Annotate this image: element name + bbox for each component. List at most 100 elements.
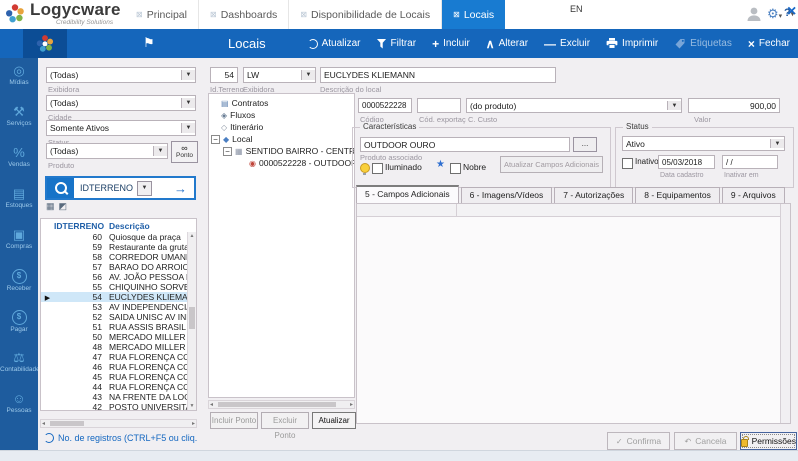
scroll-left-icon[interactable]: ◂ (42, 420, 45, 427)
scroll-right-icon[interactable]: ▸ (192, 420, 195, 427)
iluminado-checkbox[interactable] (372, 163, 383, 174)
collapse-icon[interactable]: − (211, 135, 220, 144)
detail-tab[interactable]: 6 - Imagens/Vídeos (461, 187, 553, 203)
dropdown-arrow-icon[interactable]: ▼ (770, 139, 784, 148)
table-row[interactable]: ▶ 56 AV. JOÃO PESSOA EM (41, 272, 188, 282)
app-icon-tile[interactable] (23, 29, 67, 58)
search-field-selector[interactable]: IDTERRENO (80, 183, 133, 193)
table-row[interactable]: ▶ 58 CORREDOR UMANN (41, 252, 188, 262)
sidebar-item-receber[interactable]: $Receber (0, 263, 38, 304)
collapse-icon[interactable]: − (223, 147, 232, 156)
refresh-button[interactable]: Atualizar (308, 38, 361, 49)
records-horizontal-scrollbar[interactable]: ◂ ▸ (40, 419, 197, 428)
search-box[interactable]: IDTERRENO ▼ → (45, 176, 196, 200)
column-header-idterreno[interactable]: IDTERRENO (54, 221, 102, 231)
tab-window-icon[interactable]: ⊠ (300, 10, 307, 19)
delete-button[interactable]: —Excluir (544, 38, 590, 49)
codigo-field[interactable]: 0000522228 (358, 98, 412, 113)
tree-node-contratos[interactable]: ▤Contratos (209, 97, 354, 109)
scroll-right-icon[interactable]: ▸ (350, 401, 353, 408)
scroll-down-icon[interactable]: ▼ (188, 403, 196, 409)
table-row[interactable]: ▶ 57 BARAO DO ARROIO GR (41, 262, 188, 272)
grid-options-icons[interactable]: ▦◩ (46, 201, 71, 212)
status-filter-select[interactable]: Somente Ativos▼ (46, 120, 196, 136)
table-row[interactable]: ▶ 51 RUA ASSIS BRASIL ESC (41, 322, 188, 332)
table-row[interactable]: ▶ 47 RUA FLORENÇA COM A (41, 352, 188, 362)
scroll-up-icon[interactable]: ▲ (188, 233, 196, 239)
table-row[interactable]: ▶ 46 RUA FLORENÇA COM A (41, 362, 188, 372)
browse-button[interactable]: ... (573, 137, 597, 152)
grid-header-cell[interactable] (357, 204, 457, 217)
sidebar-item-midias[interactable]: ◎Mídias (0, 58, 38, 99)
table-row[interactable]: ▶ 45 RUA FLORENÇA COM A (41, 372, 188, 382)
status-select[interactable]: Ativo▼ (622, 136, 785, 151)
main-tab[interactable]: ⊠ Dashboards (199, 0, 289, 29)
add-button[interactable]: +Incluir (432, 38, 470, 49)
permissoes-button[interactable]: Permissões (740, 432, 797, 450)
user-avatar-icon[interactable] (745, 5, 763, 23)
scrollbar-thumb[interactable] (189, 307, 195, 329)
main-tab[interactable]: ⊠ Locais (442, 0, 505, 29)
sidebar-item-contabilidade[interactable]: ⚖Contabilidade (0, 345, 38, 386)
produto-associado-field[interactable]: OUTDOOR OURO (360, 137, 570, 152)
dropdown-arrow-icon[interactable]: ▼ (153, 146, 167, 156)
detail-tab[interactable]: 8 - Equipamentos (635, 187, 720, 203)
settings-gear-icon[interactable]: ⚙▾ (767, 6, 782, 22)
id-terreno-field[interactable]: 54 (210, 67, 238, 83)
columns-icon[interactable]: ▦ (46, 201, 59, 211)
scroll-left-icon[interactable]: ◂ (210, 401, 213, 408)
language-indicator[interactable]: EN (570, 4, 583, 14)
table-row[interactable]: ▶ 52 SAIDA UNISC AV INDE (41, 312, 188, 322)
table-row[interactable]: ▶ 50 MERCADO MILLER INDI (41, 332, 188, 342)
dropdown-arrow-icon[interactable]: ▼ (181, 123, 195, 133)
filter-button[interactable]: Filtrar (377, 38, 417, 49)
table-row[interactable]: ▶ 60 Quiosque da praça (41, 232, 188, 242)
table-row[interactable]: ▶ 48 MERCADO MILLER INDI (41, 342, 188, 352)
search-go-arrow-icon[interactable]: → (174, 181, 187, 196)
search-field-dropdown[interactable]: ▼ (137, 181, 152, 196)
tree-node-sentido[interactable]: −▦SENTIDO BAIRRO - CENTRO (209, 145, 354, 157)
sidebar-item-compras[interactable]: ▣Compras (0, 222, 38, 263)
column-header-descricao[interactable]: Descrição (102, 221, 196, 231)
sidebar-item-pagar[interactable]: $Pagar (0, 304, 38, 345)
ponto-button[interactable]: ∞Ponto (171, 141, 198, 163)
scrollbar-thumb[interactable] (50, 421, 84, 426)
tab-window-icon[interactable]: ⊠ (136, 10, 143, 19)
exibidora-select[interactable]: (Todas)▼ (46, 67, 196, 83)
table-row[interactable]: ▶ 59 Restaurante da gruta (41, 242, 188, 252)
sidebar-item-vendas[interactable]: %Vendas (0, 140, 38, 181)
main-tab[interactable]: ⊠ Principal (125, 0, 199, 29)
sidebar-item-pessoas[interactable]: ☺Pessoas (0, 386, 38, 427)
tree-node-fluxos[interactable]: ◈Fluxos (209, 109, 354, 121)
produto-select[interactable]: (Todas)▼ (46, 143, 168, 159)
atualizar-tree-button[interactable]: Atualizar (312, 412, 356, 429)
detail-tab[interactable]: 7 - Autorizações (554, 187, 633, 203)
tree-node-local[interactable]: −◆Local (209, 133, 354, 145)
table-row[interactable]: ▶ 55 CHIQUINHO SORVETES (41, 282, 188, 292)
table-row[interactable]: ▶ 43 NA FRENTE DA LOGYC (41, 392, 188, 402)
export-icon[interactable]: ◩ (59, 201, 72, 211)
inativo-checkbox[interactable] (622, 158, 633, 169)
table-row[interactable]: ▶ 44 RUA FLORENÇA COM A (41, 382, 188, 392)
data-cadastro-field[interactable]: 05/03/2018 (658, 155, 715, 169)
nobre-checkbox[interactable] (450, 163, 461, 174)
detail-tab[interactable]: 5 - Campos Adicionais (356, 185, 459, 203)
inativar-em-field[interactable]: / / (722, 155, 778, 169)
sidebar-item-servicos[interactable]: ⚒Serviços (0, 99, 38, 140)
tree-horizontal-scrollbar[interactable]: ◂ ▸ (208, 400, 355, 409)
edit-button[interactable]: ∧Alterar (486, 38, 528, 49)
sidebar-item-estoques[interactable]: ▤Estoques (0, 181, 38, 222)
cidade-select[interactable]: (Todas)▼ (46, 95, 196, 111)
close-module-button[interactable]: ×Fechar (748, 38, 790, 49)
table-row[interactable]: ▶ 42 POSTO UNIVERSITARIO (41, 402, 188, 412)
tab-window-icon[interactable]: ⊠ (210, 10, 217, 19)
main-tab[interactable]: ⊠ Disponibilidade de Locais (289, 0, 442, 29)
scrollbar-thumb[interactable] (218, 402, 336, 407)
descricao-local-field[interactable]: EUCLYDES KLIEMANN (320, 67, 556, 83)
dropdown-arrow-icon[interactable]: ▼ (667, 101, 681, 110)
table-row[interactable]: ▶ 54 EUCLYDES KLIEMANN (41, 292, 188, 302)
dropdown-arrow-icon[interactable]: ▼ (181, 98, 195, 108)
cod-exportacao-field[interactable] (417, 98, 461, 113)
grid-vertical-scrollbar[interactable] (780, 204, 790, 423)
detail-tab[interactable]: 9 - Arquivos (722, 187, 785, 203)
